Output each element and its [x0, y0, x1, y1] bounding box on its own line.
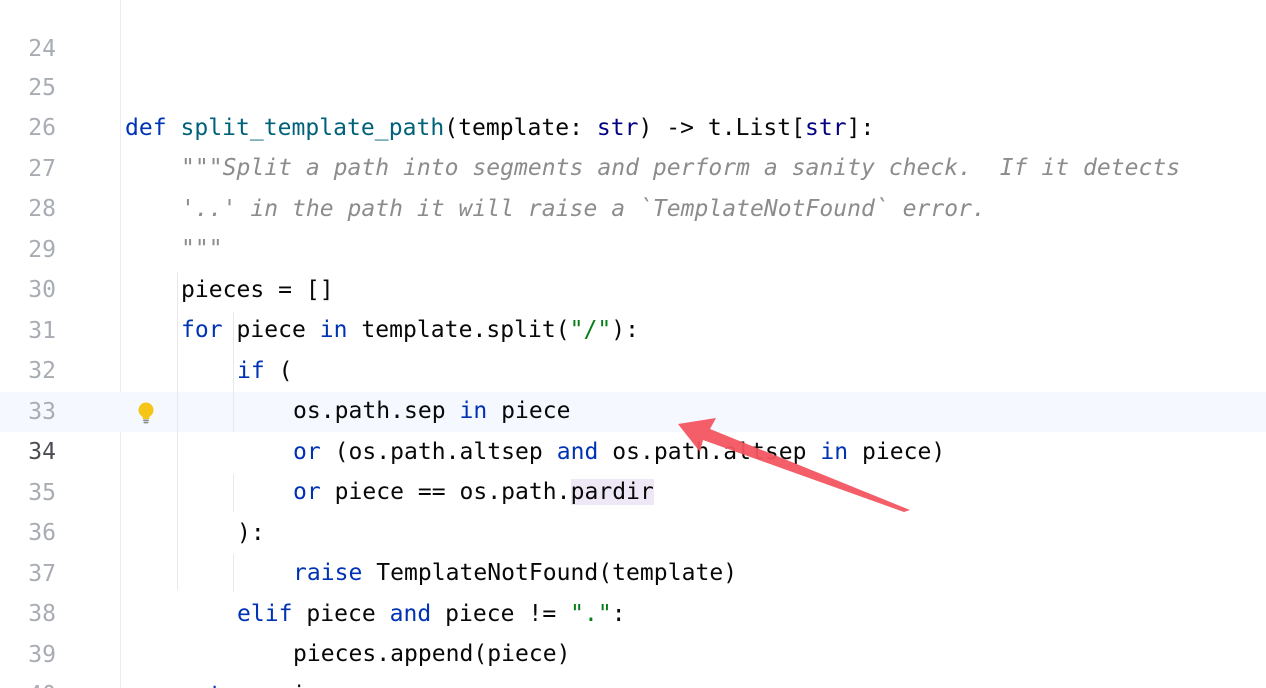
line-number: 40: [0, 675, 56, 688]
code-line-40[interactable]: 40: [0, 635, 1266, 688]
code-line-29[interactable]: 29 pieces = []: [0, 190, 1266, 303]
code-line-30[interactable]: 30 for piece in template.split("/"):: [0, 230, 1266, 343]
lightbulb-icon[interactable]: [136, 401, 156, 425]
code-line-26[interactable]: 26 """Split a path into segments and per…: [0, 68, 1266, 181]
code-line-39[interactable]: 39 return pieces: [0, 595, 1266, 688]
code-editor[interactable]: 24 25 def split_template_path(template: …: [0, 0, 1266, 688]
code-line-25[interactable]: 25 def split_template_path(template: str…: [0, 28, 1266, 141]
code-line-34[interactable]: 34 or piece == os.path.pardir: [0, 392, 1266, 505]
code-line-37[interactable]: 37 elif piece and piece != ".":: [0, 514, 1266, 627]
code-line-33[interactable]: 33 or (os.path.altsep and os.path.altsep…: [0, 352, 1266, 465]
code-token: pieces: [264, 682, 361, 688]
code-line-35[interactable]: 35 ):: [0, 433, 1266, 546]
code-line-24[interactable]: 24: [0, 0, 1266, 62]
keyword-return: return: [181, 682, 264, 688]
code-line-27[interactable]: 27 '..' in the path it will raise a `Tem…: [0, 109, 1266, 222]
code-text: return pieces: [181, 675, 361, 688]
code-line-36[interactable]: 36 raise TemplateNotFound(template): [0, 473, 1266, 586]
code-line-38[interactable]: 38 pieces.append(piece): [0, 554, 1266, 667]
code-line-31[interactable]: 31 if (: [0, 271, 1266, 384]
code-line-32[interactable]: 32 os.path.sep in piece: [0, 311, 1266, 424]
code-line-28[interactable]: 28 """: [0, 149, 1266, 262]
